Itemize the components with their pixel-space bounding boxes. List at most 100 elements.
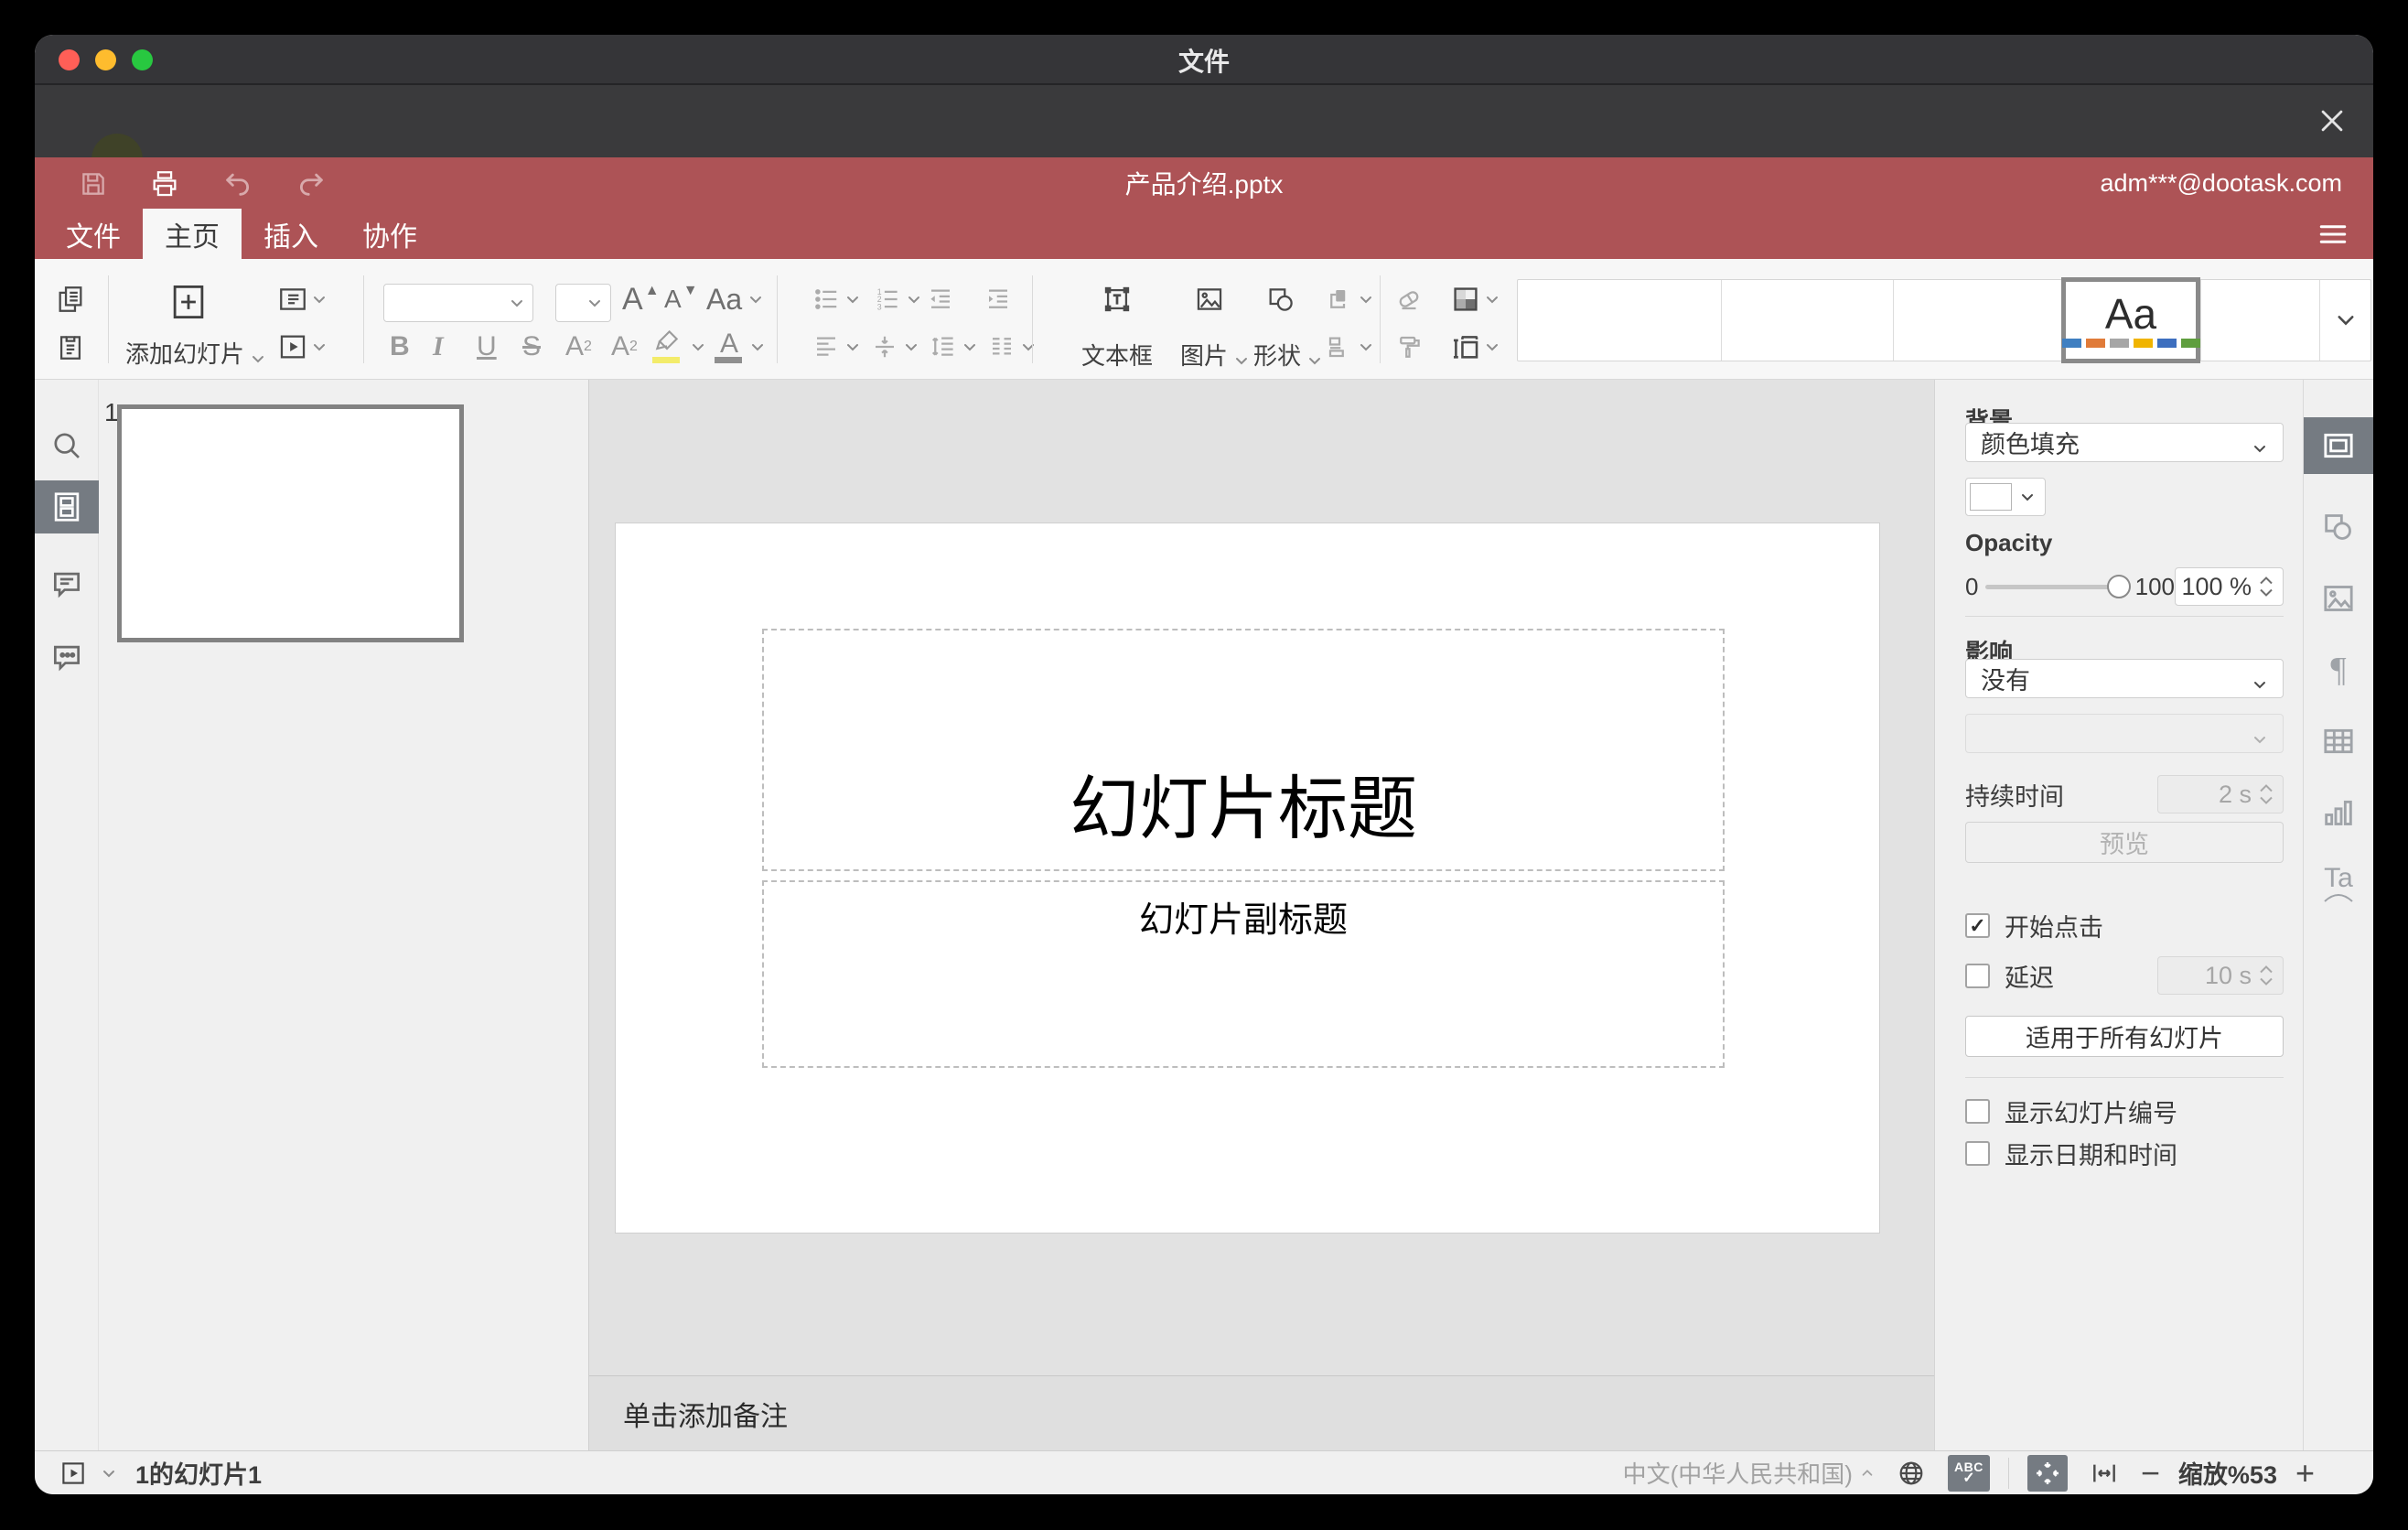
start-on-click-checkbox[interactable]: ✓ (1965, 913, 1990, 938)
fit-width-icon[interactable] (2086, 1455, 2123, 1492)
color-scheme-chevron-icon[interactable] (1484, 291, 1500, 307)
slide-layout-chevron-icon[interactable] (311, 291, 328, 307)
theme-selected[interactable]: Aa (2061, 277, 2200, 363)
numbering-icon[interactable]: 123 (869, 281, 906, 318)
opacity-slider[interactable] (1985, 574, 2131, 598)
zoom-in-icon[interactable]: + (2295, 1456, 2315, 1490)
background-color-picker[interactable] (1965, 478, 2046, 516)
vertical-align-icon[interactable] (866, 329, 903, 365)
copy-icon[interactable] (52, 281, 89, 318)
textart-settings-tab-icon[interactable]: Ta (2304, 856, 2373, 912)
align-shape-icon[interactable] (1321, 329, 1358, 365)
line-spacing-icon[interactable] (925, 329, 962, 365)
line-spacing-chevron-icon[interactable] (962, 339, 978, 355)
add-slide-button[interactable] (169, 283, 208, 321)
textbox-label[interactable]: 文本框 (1068, 338, 1166, 372)
theme-option[interactable] (1721, 280, 1893, 361)
tab-insert[interactable]: 插入 (242, 209, 340, 259)
theme-gallery-expand-icon[interactable] (2319, 280, 2370, 361)
columns-icon[interactable] (984, 329, 1020, 365)
background-fill-select[interactable]: 颜色填充 (1965, 423, 2284, 462)
theme-option[interactable] (1518, 280, 1721, 361)
font-color-icon[interactable]: A (711, 329, 747, 365)
strikethrough-icon[interactable]: S (522, 329, 541, 365)
spellcheck-icon[interactable]: ABC ✓ (1947, 1454, 1990, 1492)
search-icon[interactable] (35, 419, 99, 472)
arrange-chevron-icon[interactable] (1358, 291, 1374, 307)
tab-file[interactable]: 文件 (44, 209, 143, 259)
show-date-time-checkbox[interactable] (1965, 1141, 1990, 1166)
columns-chevron-icon[interactable] (1020, 339, 1037, 355)
shape-settings-tab-icon[interactable] (2304, 499, 2373, 555)
change-case-icon[interactable]: Aa (706, 281, 764, 318)
copy-style-icon[interactable] (1391, 329, 1427, 365)
subscript-icon[interactable]: A2 (611, 329, 638, 365)
theme-option[interactable] (2200, 280, 2320, 361)
slideshow-status-chevron-icon[interactable] (101, 1465, 117, 1482)
slides-panel-icon[interactable] (35, 480, 99, 533)
slide-canvas[interactable]: 幻灯片标题 幻灯片副标题 (616, 523, 1879, 1233)
highlight-color-icon[interactable] (649, 329, 685, 365)
bullets-chevron-icon[interactable] (844, 291, 861, 307)
slide-layout-icon[interactable] (274, 281, 311, 318)
paste-icon[interactable] (52, 329, 89, 365)
arrange-shape-icon[interactable] (1321, 281, 1358, 318)
comments-icon[interactable] (35, 558, 99, 611)
preview-button[interactable]: 预览 (1965, 822, 2284, 863)
insert-image-icon[interactable] (1191, 281, 1228, 318)
clear-style-icon[interactable] (1391, 281, 1427, 318)
decrease-font-icon[interactable]: A ▼ (664, 281, 698, 318)
slide-size-icon[interactable] (1447, 329, 1484, 365)
color-scheme-icon[interactable] (1447, 281, 1484, 318)
title-placeholder[interactable]: 幻灯片标题 (762, 629, 1725, 871)
start-slideshow-status-icon[interactable] (55, 1455, 91, 1492)
horizontal-align-chevron-icon[interactable] (844, 339, 861, 355)
align-shape-chevron-icon[interactable] (1358, 339, 1374, 355)
delay-checkbox[interactable] (1965, 963, 1990, 988)
zoom-out-icon[interactable]: − (2141, 1456, 2160, 1490)
paragraph-settings-tab-icon[interactable]: ¶ (2304, 641, 2373, 698)
chart-settings-tab-icon[interactable] (2304, 784, 2373, 841)
font-name-select[interactable] (383, 284, 533, 322)
horizontal-align-icon[interactable] (808, 329, 844, 365)
effect-select[interactable]: 没有 (1965, 659, 2284, 698)
numbering-chevron-icon[interactable] (906, 291, 922, 307)
show-slide-number-checkbox[interactable] (1965, 1099, 1990, 1124)
increase-font-icon[interactable]: A ▲ (622, 281, 660, 318)
fit-slide-icon[interactable] (2026, 1454, 2068, 1492)
decrease-indent-icon[interactable] (922, 281, 959, 318)
underline-icon[interactable]: U (477, 329, 497, 365)
duration-spinbox[interactable]: 2 s (2157, 775, 2284, 813)
close-icon[interactable] (2313, 102, 2351, 140)
insert-shape-icon[interactable] (1263, 281, 1299, 318)
highlight-chevron-icon[interactable] (690, 339, 706, 355)
chat-icon[interactable] (35, 631, 99, 684)
document-language-icon[interactable] (1893, 1455, 1930, 1492)
increase-indent-icon[interactable] (980, 281, 1016, 318)
font-color-chevron-icon[interactable] (749, 339, 766, 355)
menu-icon[interactable] (2313, 214, 2353, 254)
tab-home[interactable]: 主页 (143, 209, 242, 259)
notes-area[interactable]: 单击添加备注 (589, 1375, 1934, 1450)
subtitle-placeholder[interactable]: 幻灯片副标题 (762, 880, 1725, 1068)
delay-spinbox[interactable]: 10 s (2157, 956, 2284, 995)
textbox-icon[interactable] (1099, 281, 1135, 318)
add-slide-label[interactable]: 添加幻灯片 (123, 336, 269, 370)
italic-icon[interactable]: I (433, 329, 444, 365)
apply-to-all-button[interactable]: 适用于所有幻灯片 (1965, 1016, 2284, 1057)
bullets-icon[interactable] (808, 281, 844, 318)
table-settings-tab-icon[interactable] (2304, 713, 2373, 770)
start-slideshow-icon[interactable] (274, 329, 311, 365)
superscript-icon[interactable]: A2 (565, 329, 592, 365)
slide-settings-tab-icon[interactable] (2304, 417, 2373, 474)
slideshow-chevron-icon[interactable] (311, 339, 328, 355)
opacity-spinbox[interactable]: 100 % (2175, 567, 2284, 606)
vertical-align-chevron-icon[interactable] (903, 339, 919, 355)
language-selector[interactable]: 中文(中华人民共和国) (1623, 1456, 1875, 1490)
font-size-select[interactable] (555, 284, 611, 322)
shape-label[interactable]: 形状 (1242, 338, 1334, 372)
slide-thumbnail[interactable] (117, 404, 464, 642)
effect-type-select[interactable] (1965, 714, 2284, 753)
slide-size-chevron-icon[interactable] (1484, 339, 1500, 355)
bold-icon[interactable]: B (390, 329, 410, 365)
